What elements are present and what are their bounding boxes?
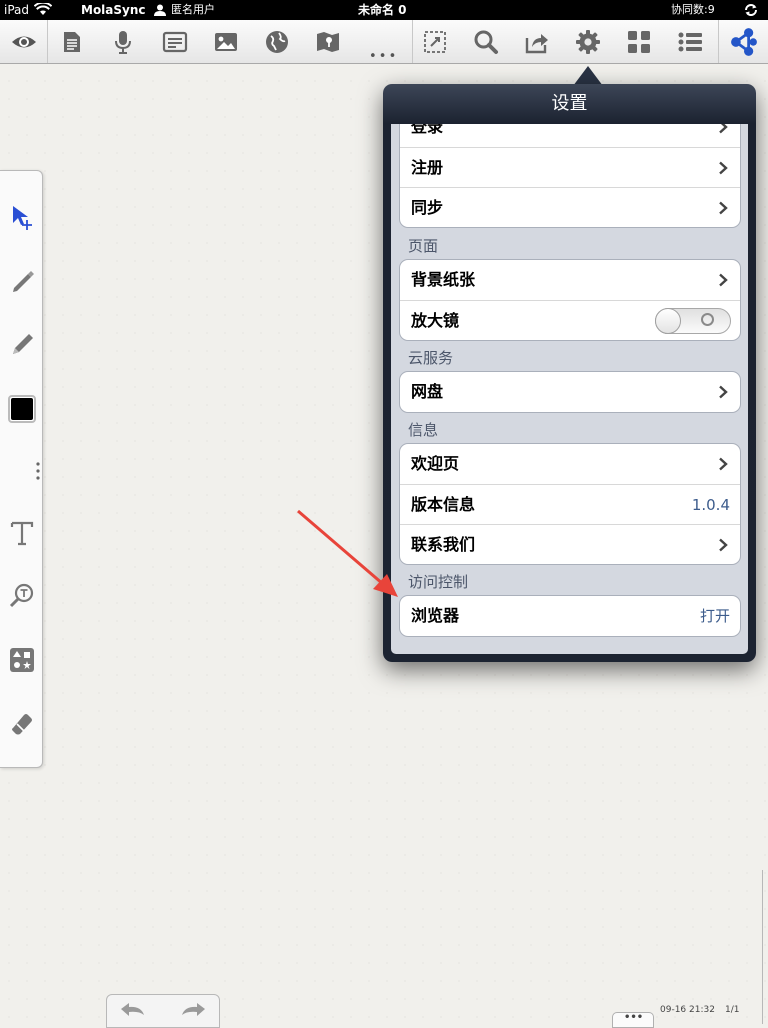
background-paper-row[interactable]: 背景纸张 bbox=[400, 260, 740, 300]
row-label: 浏览器 bbox=[411, 606, 460, 625]
chevron-right-icon bbox=[719, 538, 728, 552]
row-label: 网盘 bbox=[411, 382, 444, 401]
section-header-cloud: 云服务 bbox=[408, 349, 454, 367]
chevron-right-icon bbox=[719, 161, 728, 175]
cloud-group: 网盘 bbox=[399, 371, 741, 413]
document-icon[interactable] bbox=[58, 28, 86, 56]
chevron-right-icon bbox=[719, 385, 728, 399]
image-icon[interactable] bbox=[212, 28, 240, 56]
timestamp: 09-16 21:32 bbox=[660, 1005, 715, 1015]
access-group: 浏览器 打开 bbox=[399, 595, 741, 637]
magnifier-row: 放大镜 bbox=[400, 300, 740, 340]
row-label: 注册 bbox=[411, 158, 444, 177]
user-icon bbox=[154, 4, 166, 16]
color-swatch-icon[interactable] bbox=[8, 395, 36, 423]
pencil-icon[interactable] bbox=[7, 328, 37, 358]
row-label: 联系我们 bbox=[411, 535, 476, 554]
footer-more-button[interactable]: ••• bbox=[612, 1012, 654, 1028]
sync-row[interactable]: 同步 bbox=[400, 187, 740, 227]
page-edge bbox=[762, 870, 763, 1024]
eye-icon[interactable] bbox=[10, 28, 38, 56]
welcome-row[interactable]: 欢迎页 bbox=[400, 444, 740, 484]
row-label: 同步 bbox=[411, 198, 444, 217]
version-value: 1.0.4 bbox=[691, 496, 730, 514]
collab-count: 协同数:9 bbox=[671, 3, 715, 16]
row-label: 放大镜 bbox=[411, 311, 460, 330]
select-move-icon[interactable] bbox=[7, 202, 37, 232]
settings-list: 登录 注册 同步 页面 背景纸张 放大镜 云服务 网盘 信息 欢迎页 版本信息 … bbox=[391, 124, 748, 654]
search-icon[interactable] bbox=[472, 28, 500, 56]
status-bar: iPad MolaSync 匿名用户 未命名 0 协同数:9 bbox=[0, 0, 768, 20]
sync-status-icon bbox=[745, 4, 757, 16]
section-header-info: 信息 bbox=[408, 421, 439, 439]
user-name: 匿名用户 bbox=[171, 3, 215, 16]
pen-icon[interactable] bbox=[7, 265, 37, 295]
toggle-off-icon bbox=[701, 313, 714, 326]
more-tools-button[interactable]: • • • bbox=[369, 49, 396, 64]
contact-row[interactable]: 联系我们 bbox=[400, 524, 740, 564]
popover-arrow bbox=[573, 66, 603, 86]
page-group: 背景纸张 放大镜 bbox=[399, 259, 741, 341]
popover-title: 设置 bbox=[551, 93, 588, 114]
palette-more-icon[interactable] bbox=[36, 461, 40, 481]
register-row[interactable]: 注册 bbox=[400, 147, 740, 187]
row-label: 登录 bbox=[411, 124, 444, 136]
magnifier-toggle[interactable] bbox=[655, 308, 731, 334]
share-icon[interactable] bbox=[523, 28, 551, 56]
chevron-right-icon bbox=[719, 273, 728, 287]
row-label: 背景纸张 bbox=[411, 270, 476, 289]
toggle-knob bbox=[655, 308, 681, 334]
wifi-icon bbox=[34, 3, 52, 15]
text-search-icon[interactable] bbox=[7, 581, 37, 611]
settings-popover: 设置 登录 注册 同步 页面 背景纸张 放大镜 云服务 网盘 信息 欢迎页 版本… bbox=[383, 84, 756, 662]
browser-row[interactable]: 浏览器 打开 bbox=[400, 596, 740, 636]
row-label: 欢迎页 bbox=[411, 454, 460, 473]
document-title: 未命名 0 bbox=[358, 3, 407, 17]
toolbar-divider bbox=[47, 20, 48, 63]
version-row: 版本信息 1.0.4 bbox=[400, 484, 740, 524]
list-icon[interactable] bbox=[676, 28, 704, 56]
globe-icon[interactable] bbox=[263, 28, 291, 56]
lasso-select-icon[interactable] bbox=[421, 28, 449, 56]
grid-icon[interactable] bbox=[625, 28, 653, 56]
cloud-drive-row[interactable]: 网盘 bbox=[400, 372, 740, 412]
undo-icon[interactable] bbox=[119, 1001, 147, 1019]
note-icon[interactable] bbox=[161, 28, 189, 56]
chevron-right-icon bbox=[719, 124, 728, 134]
map-icon[interactable] bbox=[314, 28, 342, 56]
microphone-icon[interactable] bbox=[109, 28, 137, 56]
chevron-right-icon bbox=[719, 201, 728, 215]
toolbar: • • • bbox=[0, 20, 768, 64]
toolbar-divider bbox=[412, 20, 413, 63]
section-header-page: 页面 bbox=[408, 237, 439, 255]
device-label: iPad bbox=[4, 3, 30, 17]
sync-share-icon[interactable] bbox=[728, 26, 760, 58]
login-row[interactable]: 登录 bbox=[400, 124, 740, 147]
text-tool-icon[interactable] bbox=[7, 518, 37, 548]
app-name: MolaSync bbox=[81, 3, 146, 17]
info-group: 欢迎页 版本信息 1.0.4 联系我们 bbox=[399, 443, 741, 565]
toolbar-divider bbox=[718, 20, 719, 63]
row-label: 版本信息 bbox=[411, 495, 476, 514]
undo-redo-bar bbox=[106, 994, 220, 1028]
shapes-icon[interactable] bbox=[7, 645, 37, 675]
account-group: 登录 注册 同步 bbox=[399, 124, 741, 228]
eraser-icon[interactable] bbox=[7, 708, 37, 738]
page-indicator: 1/1 bbox=[725, 1005, 740, 1015]
tool-palette bbox=[0, 170, 43, 768]
browser-value: 打开 bbox=[699, 607, 730, 625]
section-header-access: 访问控制 bbox=[408, 573, 469, 591]
gear-icon[interactable] bbox=[574, 28, 602, 56]
redo-icon[interactable] bbox=[179, 1001, 207, 1019]
chevron-right-icon bbox=[719, 457, 728, 471]
